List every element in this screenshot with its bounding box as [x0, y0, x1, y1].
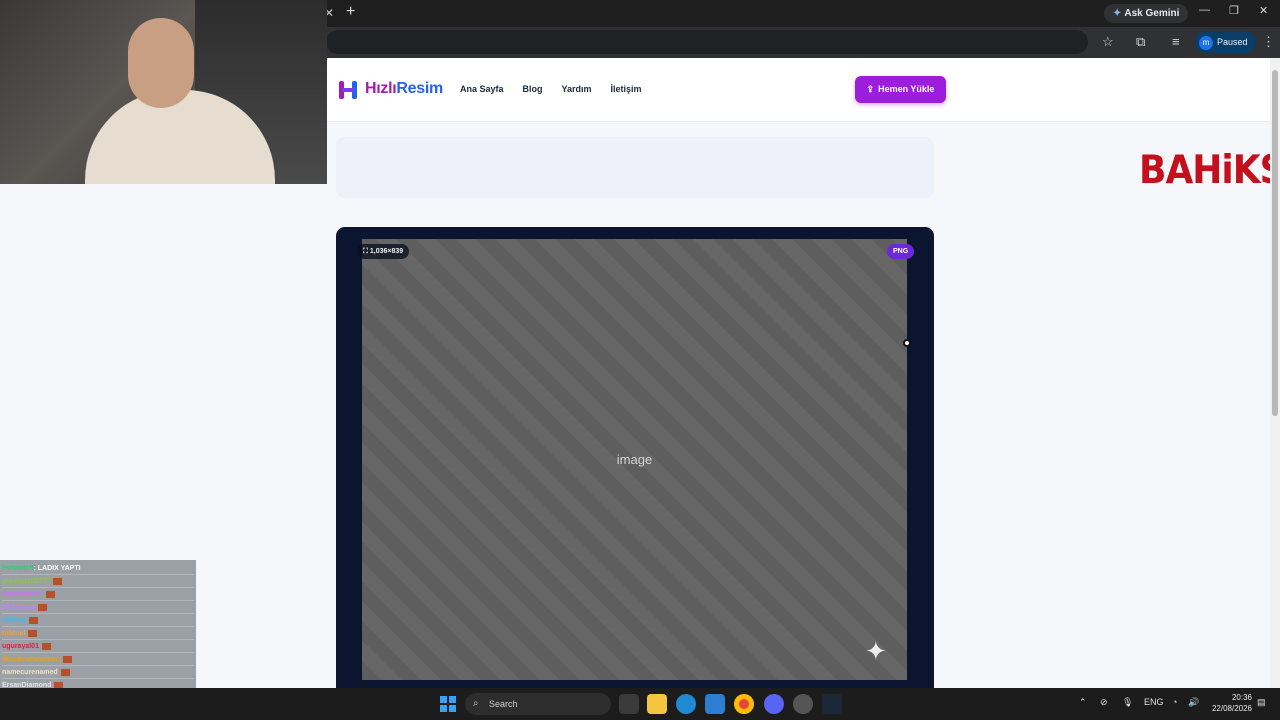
- dimensions-badge: ⛶ 1,036×839: [357, 244, 410, 259]
- chat-emote-icon: [62, 655, 72, 663]
- chat-emote-icon: [29, 616, 39, 624]
- chat-username[interactable]: naaylander1: [2, 591, 43, 598]
- chat-message: naaylander1: [2, 589, 194, 601]
- file-explorer-icon[interactable]: [647, 694, 667, 714]
- chat-username[interactable]: ugurayal01: [2, 643, 39, 650]
- profile-button[interactable]: m Paused: [1195, 31, 1256, 53]
- resize-icon: ⛶: [363, 248, 370, 255]
- volume-icon[interactable]: 🔊: [1188, 697, 1199, 708]
- side-ad[interactable]: BAHiKS: [1139, 148, 1280, 193]
- chat-message: frotwatch: LADIX YAPTI: [2, 563, 194, 575]
- system-clock[interactable]: 20:36 22/08/2026: [1208, 692, 1252, 714]
- chat-message: namecurenamed: [2, 667, 194, 679]
- steam-icon[interactable]: [822, 694, 842, 714]
- image-placeholder: image: [362, 239, 907, 680]
- chrome-icon[interactable]: [734, 694, 754, 714]
- sparkle-icon: ✦: [865, 636, 887, 666]
- gemini-sparkle-icon: ✦: [1113, 8, 1122, 19]
- upload-button[interactable]: ⇪ Hemen Yükle: [855, 76, 946, 103]
- discord-icon[interactable]: [764, 694, 784, 714]
- ad-banner[interactable]: [336, 137, 934, 198]
- app-icon[interactable]: [793, 694, 813, 714]
- taskbar-search[interactable]: ⌕ Search: [465, 693, 611, 715]
- bookmark-star-icon[interactable]: ☆: [1102, 34, 1114, 50]
- dimensions-text: 1,036×839: [369, 248, 404, 255]
- webcam-streamer-head: [128, 18, 194, 108]
- avatar: m: [1199, 36, 1213, 50]
- chat-emote-icon: [53, 577, 63, 585]
- ask-gemini-button[interactable]: ✦ Ask Gemini: [1104, 4, 1189, 23]
- task-view-icon[interactable]: [619, 694, 639, 714]
- store-icon[interactable]: [705, 694, 725, 714]
- chat-username[interactable]: ali.fotoara: [2, 604, 35, 611]
- chat-message: tnbtnel: [2, 628, 194, 640]
- logo-part-1: Hızlı: [365, 80, 397, 97]
- chat-emote-icon: [38, 603, 48, 611]
- ask-gemini-label: Ask Gemini: [1124, 8, 1180, 19]
- extensions-icon[interactable]: ⧉: [1136, 34, 1145, 50]
- clock-time: 20:36: [1231, 693, 1252, 702]
- notifications-icon[interactable]: ▤: [1257, 697, 1266, 708]
- main-nav: Ana Sayfa Blog Yardım İletişim: [460, 84, 642, 94]
- chat-emote-icon: [28, 629, 38, 637]
- image-viewer: image ⛶ 1,036×839 PNG ✦: [336, 227, 934, 688]
- chat-message: gigabyt100777: [2, 576, 194, 588]
- stream-chat-overlay: frotwatch: LADIX YAPTI gigabyt100777 naayl…: [0, 560, 196, 705]
- reading-list-icon[interactable]: ≡: [1172, 34, 1180, 49]
- chat-username[interactable]: ilkerdinefenomen: [2, 656, 60, 663]
- maximize-icon[interactable]: ❐: [1229, 4, 1239, 17]
- language-indicator[interactable]: ENG: [1144, 697, 1164, 707]
- screen: ✕ + ✦ Ask Gemini — ❐ ✕ ☆ ⧉ ≡ m Paused ⋮ Hı…: [0, 0, 1280, 720]
- chat-emote-icon: [45, 590, 55, 598]
- nav-yardim[interactable]: Yardım: [562, 84, 592, 94]
- chat-username[interactable]: tnbtnel: [2, 630, 25, 637]
- upload-icon: ⇪: [866, 84, 875, 94]
- minimize-icon[interactable]: —: [1199, 4, 1210, 16]
- chat-message: ugurayal01: [2, 641, 194, 653]
- page-scrollbar-thumb[interactable]: [1272, 70, 1278, 416]
- edge-browser-icon[interactable]: [676, 694, 696, 714]
- search-placeholder: Search: [489, 699, 518, 709]
- nav-blog[interactable]: Blog: [523, 84, 543, 94]
- microphone-icon[interactable]: 🎙: [1122, 697, 1133, 708]
- tray-expand-icon[interactable]: ⌃: [1079, 697, 1087, 708]
- chat-username[interactable]: frotwatch: [2, 565, 34, 572]
- windows-taskbar: ⌕ Search ⌃ ⊘ 🎙 ENG ◔ 🔊 20:36 22/08/2026 ▤: [0, 688, 1280, 720]
- chat-emote-icon: [60, 668, 70, 676]
- format-badge: PNG: [887, 244, 915, 259]
- chat-text: LADIX YAPTI: [37, 565, 81, 572]
- chat-message: nalla1g: [2, 615, 194, 627]
- chat-username[interactable]: gigabyt100777: [2, 578, 50, 585]
- search-icon: ⌕: [473, 698, 479, 709]
- site-logo[interactable]: HızlıResim: [365, 80, 443, 98]
- network-off-icon[interactable]: ⊘: [1100, 697, 1108, 708]
- chat-message: ilkerdinefenomen: [2, 654, 194, 666]
- logo-part-2: Resim: [396, 80, 443, 97]
- new-tab-icon[interactable]: +: [346, 3, 355, 21]
- mouse-cursor-icon: [903, 339, 911, 347]
- windows-start-icon[interactable]: [440, 696, 456, 712]
- chat-username[interactable]: nalla1g: [2, 617, 26, 624]
- close-window-icon[interactable]: ✕: [1259, 4, 1268, 17]
- profile-status: Paused: [1217, 37, 1248, 47]
- site-header: HızlıResim Ana Sayfa Blog Yardım İletişi…: [327, 58, 1270, 122]
- webcam-overlay: [0, 0, 327, 184]
- nav-ana-sayfa[interactable]: Ana Sayfa: [460, 84, 504, 94]
- wifi-icon[interactable]: ◔: [1172, 697, 1177, 707]
- clock-date: 22/08/2026: [1211, 704, 1252, 713]
- upload-button-label: Hemen Yükle: [878, 84, 935, 94]
- address-bar[interactable]: [326, 30, 1088, 54]
- chat-username[interactable]: namecurenamed: [2, 669, 58, 676]
- uploaded-image[interactable]: image: [362, 239, 907, 680]
- chat-message: ali.fotoara: [2, 602, 194, 614]
- logo-icon[interactable]: [339, 81, 357, 99]
- nav-iletisim[interactable]: İletişim: [611, 84, 642, 94]
- more-menu-icon[interactable]: ⋮: [1262, 34, 1275, 50]
- chat-emote-icon: [41, 642, 51, 650]
